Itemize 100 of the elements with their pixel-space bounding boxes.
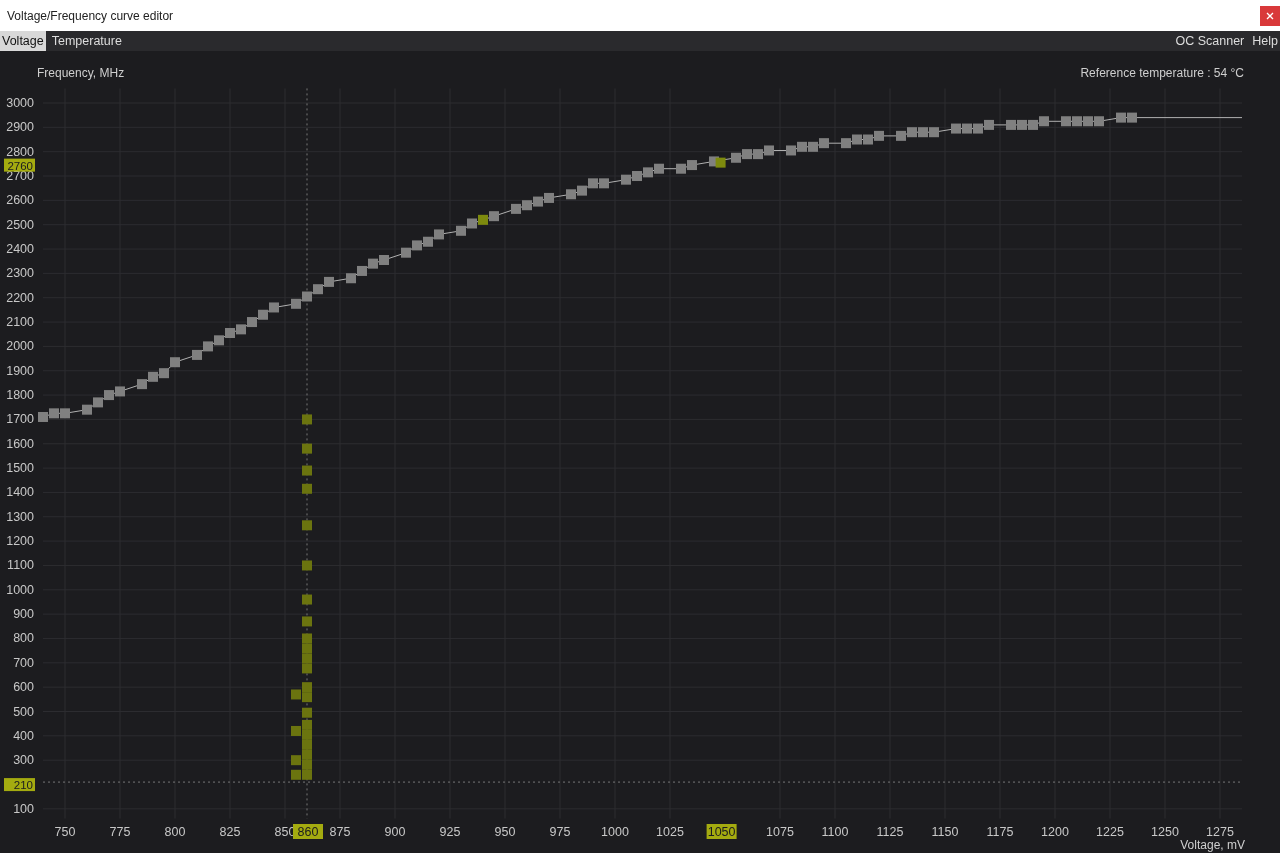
curve-point[interactable]: [291, 298, 301, 309]
curve-point[interactable]: [346, 273, 356, 284]
curve-point[interactable]: [918, 127, 928, 138]
curve-point[interactable]: [929, 127, 939, 138]
menu-item[interactable]: OC Scanner: [1173, 31, 1247, 51]
curve-point[interactable]: [247, 317, 257, 328]
curve-point[interactable]: [797, 141, 807, 152]
curve-point[interactable]: [533, 196, 543, 207]
curve-point[interactable]: [302, 443, 312, 454]
curve-point[interactable]: [715, 157, 726, 168]
curve-point[interactable]: [742, 149, 752, 160]
curve-point[interactable]: [203, 341, 213, 352]
curve-point[interactable]: [1083, 116, 1093, 127]
curve-point[interactable]: [324, 276, 334, 287]
curve-point[interactable]: [291, 755, 301, 766]
curve-point[interactable]: [159, 368, 169, 379]
curve-point[interactable]: [1127, 112, 1137, 123]
curve-point[interactable]: [401, 247, 411, 258]
curve-point[interactable]: [621, 174, 631, 185]
curve-point[interactable]: [302, 291, 312, 302]
curve-point[interactable]: [1116, 112, 1126, 123]
curve-point[interactable]: [786, 145, 796, 156]
curve-point[interactable]: [984, 119, 994, 130]
curve-point[interactable]: [1072, 116, 1082, 127]
curve-point[interactable]: [302, 520, 312, 531]
curve-point[interactable]: [907, 127, 917, 138]
curve-point[interactable]: [236, 324, 246, 335]
curve-point[interactable]: [1094, 116, 1104, 127]
curve-point[interactable]: [302, 465, 312, 476]
curve-point[interactable]: [137, 379, 147, 390]
curve-point[interactable]: [896, 130, 906, 141]
curve-point[interactable]: [104, 390, 114, 401]
curve-point[interactable]: [962, 123, 972, 134]
curve-point[interactable]: [599, 178, 609, 189]
curve-point[interactable]: [478, 214, 488, 225]
curve-point[interactable]: [93, 397, 103, 408]
curve-point[interactable]: [82, 404, 92, 415]
curve-point[interactable]: [412, 240, 422, 251]
x-tick-label: 1225: [1096, 825, 1124, 839]
curve-point[interactable]: [1028, 119, 1038, 130]
curve-point[interactable]: [522, 200, 532, 211]
curve-point[interactable]: [731, 152, 741, 163]
curve-point[interactable]: [808, 141, 818, 152]
curve-point[interactable]: [313, 284, 323, 295]
curve-point[interactable]: [258, 309, 268, 320]
curve-point[interactable]: [423, 236, 433, 247]
curve-point[interactable]: [148, 371, 158, 382]
curve-point[interactable]: [302, 594, 312, 605]
curve-point[interactable]: [434, 229, 444, 240]
curve-point[interactable]: [302, 692, 312, 703]
curve-point[interactable]: [291, 725, 301, 736]
curve-point[interactable]: [654, 163, 664, 174]
curve-point[interactable]: [753, 149, 763, 160]
curve-point[interactable]: [302, 663, 312, 674]
curve-point[interactable]: [456, 225, 466, 236]
curve-point[interactable]: [676, 163, 686, 174]
curve-point[interactable]: [841, 138, 851, 149]
curve-point[interactable]: [973, 123, 983, 134]
curve-point[interactable]: [511, 203, 521, 214]
curve-point[interactable]: [588, 178, 598, 189]
y-tick-label: 1800: [6, 388, 34, 403]
curve-point[interactable]: [1006, 119, 1016, 130]
curve-point[interactable]: [544, 192, 554, 203]
curve-point[interactable]: [874, 130, 884, 141]
menu-item[interactable]: Help: [1250, 31, 1280, 51]
curve-point[interactable]: [566, 189, 576, 200]
curve-point[interactable]: [643, 167, 653, 178]
curve-point[interactable]: [1017, 119, 1027, 130]
curve-point[interactable]: [368, 258, 378, 269]
curve-point[interactable]: [192, 349, 202, 360]
curve-point[interactable]: [1061, 116, 1071, 127]
curve-point[interactable]: [687, 160, 697, 171]
curve-point[interactable]: [49, 408, 59, 419]
curve-point[interactable]: [302, 414, 312, 425]
curve-point[interactable]: [764, 145, 774, 156]
curve-point[interactable]: [1039, 116, 1049, 127]
curve-point[interactable]: [489, 211, 499, 222]
curve-point[interactable]: [577, 185, 587, 196]
menu-tab[interactable]: Temperature: [49, 31, 124, 51]
curve-point[interactable]: [60, 408, 70, 419]
curve-point[interactable]: [302, 633, 312, 644]
menu-tab[interactable]: Voltage: [0, 31, 46, 51]
curve-point[interactable]: [115, 386, 125, 397]
curve-point[interactable]: [302, 560, 312, 571]
curve-point[interactable]: [951, 123, 961, 134]
curve-point[interactable]: [302, 719, 312, 730]
curve-point[interactable]: [863, 134, 873, 145]
curve-point[interactable]: [302, 616, 312, 627]
curve-point[interactable]: [819, 138, 829, 149]
curve-point[interactable]: [269, 302, 279, 313]
curve-point[interactable]: [302, 707, 312, 718]
curve-point[interactable]: [852, 134, 862, 145]
curve-point[interactable]: [291, 689, 301, 700]
curve-point[interactable]: [214, 335, 224, 346]
curve-point[interactable]: [302, 483, 312, 494]
curve-point[interactable]: [357, 265, 367, 276]
curve-point[interactable]: [170, 357, 180, 368]
curve-point[interactable]: [467, 218, 477, 229]
curve-point[interactable]: [291, 769, 301, 780]
close-button[interactable]: [1260, 5, 1280, 26]
